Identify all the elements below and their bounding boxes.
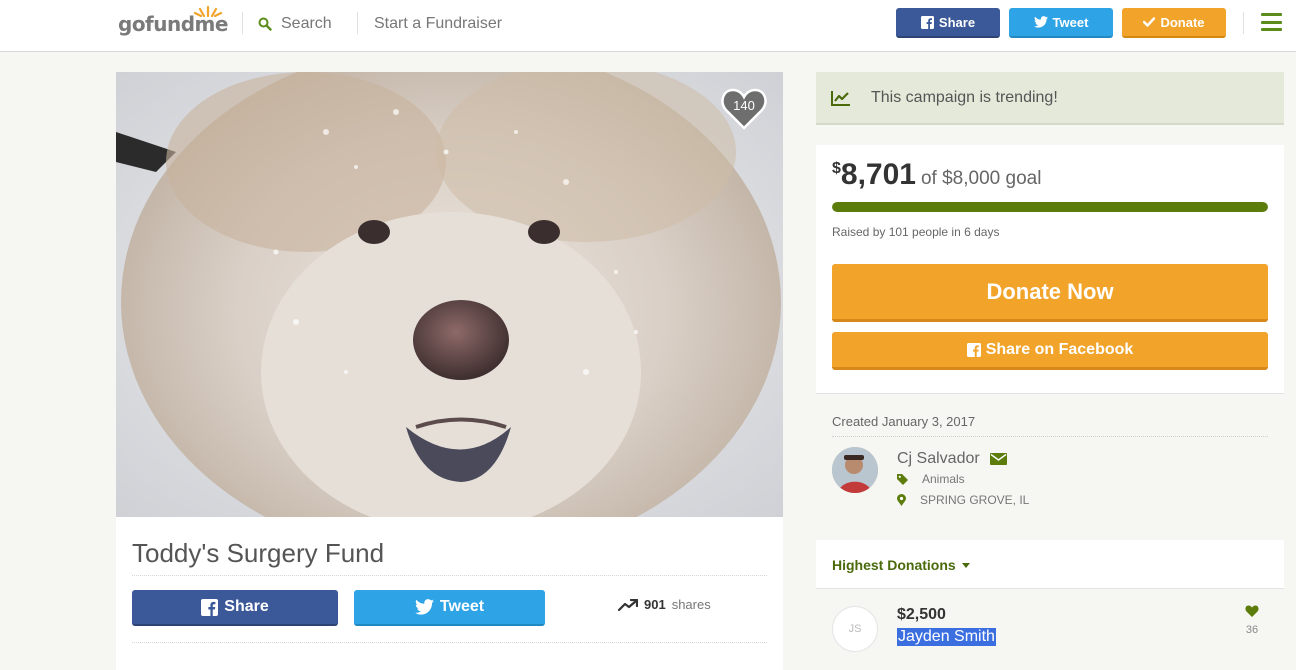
start-fundraiser-link[interactable]: Start a Fundraiser (374, 15, 502, 33)
donation-goal-card: $ 8,701 of $8,000 goal Raised by 101 peo… (816, 145, 1284, 394)
campaign-photo (116, 72, 783, 517)
nav-separator (357, 12, 358, 34)
header-donate-label: Donate (1160, 14, 1205, 30)
header-donate-button[interactable]: Donate (1122, 8, 1226, 38)
likes-heart-badge[interactable]: 140 (721, 88, 767, 130)
header-share-button[interactable]: Share (896, 8, 1000, 38)
header-tweet-label: Tweet (1052, 14, 1089, 30)
header-tweet-button[interactable]: Tweet (1009, 8, 1113, 38)
campaign-share-button[interactable]: Share (132, 590, 338, 626)
trending-arrow-icon (618, 598, 638, 611)
trending-chart-icon (831, 90, 850, 106)
raised-by-text: Raised by 101 people in 6 days (832, 225, 1000, 239)
share-facebook-label: Share on Facebook (985, 340, 1134, 358)
donation-like-count: 36 (1245, 624, 1259, 636)
campaign-share-label: Share (224, 598, 269, 615)
share-on-facebook-button[interactable]: Share on Facebook (832, 332, 1268, 370)
shares-counter: 901 shares (618, 597, 711, 612)
donor-avatar: JS (832, 606, 878, 652)
campaign-title-card: Toddy's Surgery Fund Share Tweet 901 sha… (116, 517, 783, 670)
search-link[interactable]: Search (258, 15, 332, 33)
gofundme-logo[interactable]: gofundme (118, 5, 228, 36)
likes-count: 140 (733, 98, 755, 113)
donor-name: Jayden Smith (897, 628, 996, 646)
organizer-avatar[interactable] (832, 447, 878, 493)
divider (132, 575, 767, 576)
raised-summary: $ 8,701 of $8,000 goal (832, 158, 1041, 192)
divider (832, 436, 1268, 437)
donate-now-button[interactable]: Donate Now (832, 264, 1268, 322)
fluffy-dog-image (116, 72, 783, 517)
logo-sun-icon (193, 5, 223, 17)
highest-donations-card: Highest Donations (816, 540, 1284, 589)
hamburger-menu-icon[interactable] (1261, 13, 1282, 31)
organizer-photo (832, 447, 878, 493)
search-label: Search (281, 15, 332, 32)
progress-bar (832, 202, 1268, 212)
trending-banner: This campaign is trending! (816, 72, 1284, 125)
trending-text: This campaign is trending! (871, 88, 1058, 106)
caret-down-icon (961, 562, 970, 568)
created-date: Created January 3, 2017 (832, 414, 976, 429)
shares-count: 901 (644, 597, 666, 612)
twitter-icon (1033, 16, 1048, 28)
progress-bar-fill (832, 202, 1268, 212)
campaign-tweet-label: Tweet (439, 598, 485, 615)
organizer-name-row: Cj Salvador (897, 450, 1007, 468)
heart-icon (1245, 605, 1259, 617)
tag-icon (897, 473, 908, 485)
search-icon (258, 17, 272, 31)
header-share-label: Share (938, 14, 976, 30)
checkmark-icon (1143, 17, 1156, 27)
highest-donations-label: Highest Donations (832, 557, 956, 573)
category-label[interactable]: Animals (922, 472, 965, 486)
goal-text: of $8,000 goal (920, 168, 1042, 189)
facebook-icon (201, 598, 219, 616)
twitter-icon (414, 599, 434, 615)
location-row: SPRING GROVE, IL (897, 493, 1029, 507)
envelope-icon[interactable] (989, 453, 1007, 465)
campaign-title: Toddy's Surgery Fund (132, 538, 385, 568)
donation-like-button[interactable]: 36 (1240, 604, 1264, 636)
top-navigation-bar: gofundme Search Start a Fundraiser Share (0, 0, 1296, 52)
facebook-icon (920, 15, 934, 29)
campaign-tweet-button[interactable]: Tweet (354, 590, 545, 626)
category-row: Animals (897, 472, 965, 486)
shares-label: shares (671, 597, 711, 612)
raised-amount: 8,701 (840, 158, 916, 191)
map-pin-icon (897, 494, 906, 506)
divider (132, 642, 767, 643)
nav-separator (1243, 12, 1244, 34)
donation-amount: $2,500 (897, 606, 946, 623)
highest-donations-dropdown[interactable]: Highest Donations (832, 557, 970, 573)
nav-separator (242, 12, 243, 34)
currency-symbol: $ (832, 160, 841, 177)
organizer-name[interactable]: Cj Salvador (897, 450, 980, 468)
location-label: SPRING GROVE, IL (920, 493, 1030, 507)
facebook-icon (966, 342, 981, 357)
